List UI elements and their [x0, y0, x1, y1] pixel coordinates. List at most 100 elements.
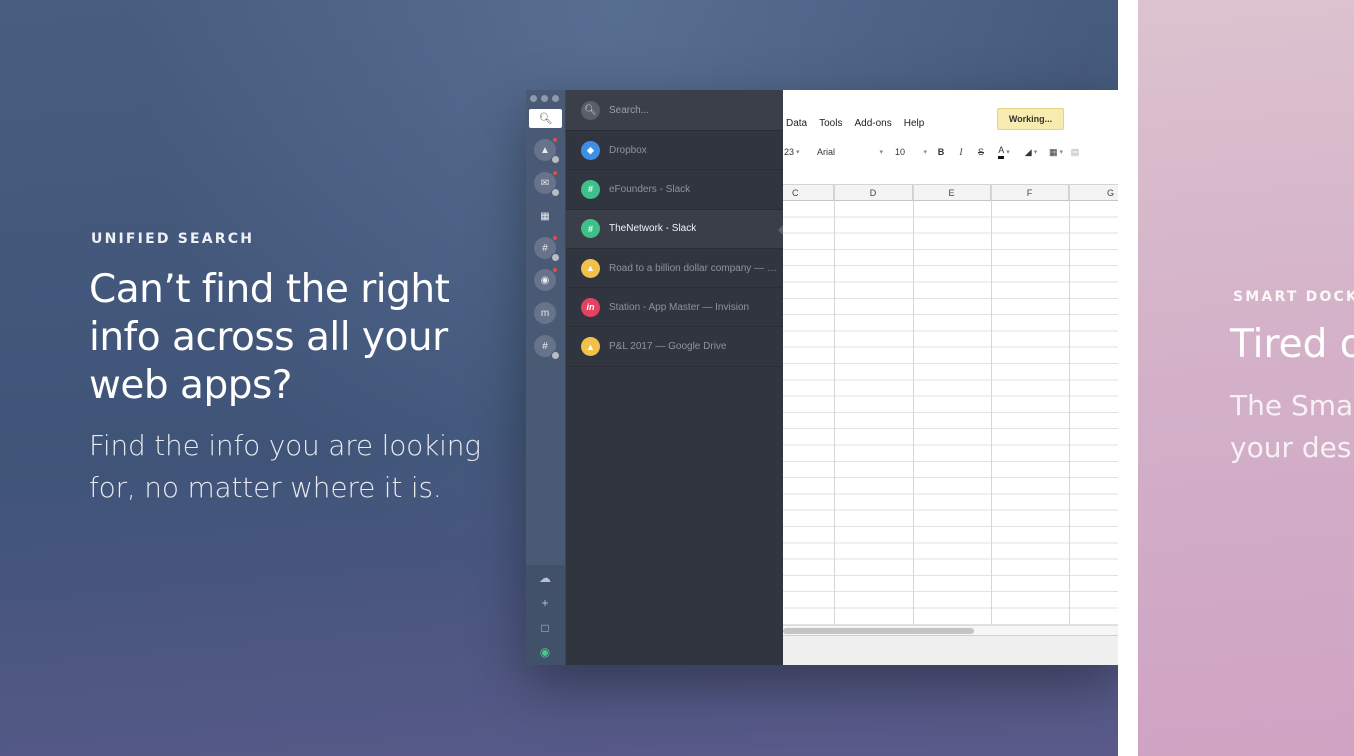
slide-eyebrow: UNIFIED SEARCH — [91, 231, 255, 247]
column-header[interactable]: C — [783, 185, 834, 200]
search-result[interactable]: # eFounders - Slack — [566, 170, 783, 210]
column-divider — [1069, 184, 1070, 625]
strikethrough-button[interactable]: S — [971, 141, 991, 163]
notification-dot — [553, 268, 557, 272]
horizontal-scrollbar[interactable] — [783, 625, 1118, 635]
result-label: P&L 2017 — Google Drive — [609, 341, 727, 353]
dropbox-icon: ◆ — [581, 140, 600, 160]
slide-subline: Find the info you are looking for, no ma… — [89, 429, 481, 504]
fill-color-button[interactable]: ◢ ▾ — [1017, 141, 1045, 163]
borders-button[interactable]: ▦ ▾ — [1045, 141, 1067, 163]
close-window-button[interactable] — [530, 95, 537, 102]
column-header[interactable]: G — [1069, 185, 1118, 200]
dock-app-medium[interactable]: m — [534, 302, 556, 324]
search-result[interactable]: ◆ Dropbox — [566, 131, 783, 171]
share-icon[interactable]: □ — [538, 621, 552, 635]
station-app-window: 🔍︎ ▲ ✉ ▦ # ◉ m # ☁ + □ ◉ 🔍︎ Search... ◆ … — [526, 90, 1118, 665]
dock-app-invision[interactable]: ◉ — [534, 268, 557, 291]
bold-button[interactable]: B — [931, 141, 951, 163]
menu-addons[interactable]: Add-ons — [854, 118, 891, 129]
search-result[interactable]: ▲ P&L 2017 — Google Drive — [566, 327, 783, 367]
smart-dock-slide-preview[interactable]: SMART DOCK Tired o The Smar your desk — [1138, 0, 1354, 756]
text-color-button[interactable]: A ▾ — [991, 141, 1017, 163]
menu-help[interactable]: Help — [904, 118, 925, 129]
search-result-selected[interactable]: # TheNetwork - Slack — [566, 209, 783, 249]
search-icon: 🔍︎ — [581, 100, 600, 120]
account-avatar — [551, 253, 560, 262]
window-controls — [530, 95, 559, 102]
dock-app-slack[interactable]: # — [534, 236, 560, 262]
account-avatar — [551, 188, 560, 197]
next-slide-headline: Tired o — [1230, 322, 1354, 367]
merge-icon: ▤ — [1070, 146, 1080, 157]
next-slide-subline-1: The Smar — [1230, 389, 1354, 422]
dock-search-button[interactable]: 🔍︎ — [529, 109, 562, 128]
slack-icon: # — [581, 179, 600, 199]
text-color-icon: A — [998, 145, 1005, 159]
search-results-panel: 🔍︎ Search... ◆ Dropbox # eFounders - Sla… — [566, 90, 783, 665]
chevron-down-icon: ▾ — [796, 149, 800, 156]
result-label: Road to a billion dollar company — G... — [609, 262, 779, 274]
font-size-dropdown[interactable]: 10 ▾ — [889, 141, 931, 163]
slack-icon: # — [581, 219, 600, 239]
search-icon: 🔍︎ — [538, 113, 553, 125]
chevron-down-icon: ▾ — [1006, 149, 1010, 156]
dock-app-mail[interactable]: ✉ — [534, 171, 560, 197]
mail-icon: ✉ — [540, 177, 550, 189]
result-label: Dropbox — [609, 144, 647, 156]
number-format-value: 23 — [784, 147, 795, 157]
search-input[interactable]: Search... — [609, 105, 649, 116]
next-slide-subline-2: your desk — [1230, 431, 1354, 464]
unified-search-slide: UNIFIED SEARCH Can’t find the right info… — [0, 0, 1118, 756]
search-result[interactable]: in Station - App Master — Invision — [566, 288, 783, 328]
column-divider — [991, 184, 992, 625]
next-slide-subline: The Smar your desk — [1230, 385, 1354, 469]
sheet-menu-bar: Data Tools Add-ons Help — [786, 118, 924, 129]
station-logo-icon[interactable]: ◉ — [538, 645, 552, 659]
column-divider — [834, 184, 835, 625]
dock-app-google-drive[interactable]: ▲ — [534, 138, 560, 164]
result-label: TheNetwork - Slack — [609, 223, 697, 235]
column-divider — [913, 184, 914, 625]
paint-bucket-icon: ◢ — [1024, 146, 1032, 157]
google-drive-icon: ▲ — [540, 144, 550, 156]
minimize-window-button[interactable] — [541, 95, 548, 102]
chevron-down-icon: ▾ — [1033, 149, 1038, 156]
next-slide-eyebrow: SMART DOCK — [1233, 289, 1354, 305]
scrollbar-thumb[interactable] — [783, 628, 974, 634]
google-drive-icon: ▲ — [581, 337, 600, 357]
column-header[interactable]: F — [991, 185, 1069, 200]
maximize-window-button[interactable] — [552, 95, 559, 102]
slide-headline: Can’t find the right info across all you… — [89, 267, 450, 408]
chevron-down-icon: ▾ — [1059, 149, 1064, 156]
menu-tools[interactable]: Tools — [819, 118, 842, 129]
italic-button[interactable]: I — [951, 141, 971, 163]
font-dropdown[interactable]: Arial ▾ — [813, 141, 889, 163]
slack-icon: # — [542, 340, 548, 352]
medium-icon: m — [540, 307, 550, 319]
column-header[interactable]: D — [834, 185, 913, 200]
spreadsheet-view: Data Tools Add-ons Help Working... 23 ▾ A… — [783, 90, 1118, 665]
dock-app-calendar[interactable]: ▦ — [534, 205, 556, 227]
borders-icon: ▦ — [1048, 146, 1058, 157]
merge-cells-button[interactable]: ▤ — [1067, 141, 1083, 163]
slide-divider — [1118, 0, 1138, 756]
number-format-dropdown[interactable]: 23 ▾ — [783, 141, 813, 163]
font-value: Arial — [817, 147, 836, 157]
notification-dot — [553, 236, 557, 240]
invision-icon: in — [581, 297, 600, 317]
search-bar[interactable]: 🔍︎ Search... — [566, 90, 783, 131]
dock-app-slack-2[interactable]: # — [534, 335, 560, 360]
search-result[interactable]: ▲ Road to a billion dollar company — G..… — [566, 249, 783, 289]
chat-icon[interactable]: ☁ — [538, 571, 552, 585]
column-header[interactable]: E — [913, 185, 991, 200]
notification-dot — [553, 138, 557, 142]
sheet-tabs-bar — [783, 635, 1118, 665]
account-avatar — [551, 351, 560, 360]
notification-dot — [553, 171, 557, 175]
menu-data[interactable]: Data — [786, 118, 807, 129]
cat-icon: ◉ — [540, 274, 550, 286]
app-dock: 🔍︎ ▲ ✉ ▦ # ◉ m # ☁ + □ ◉ — [526, 90, 566, 665]
status-badge: Working... — [997, 108, 1064, 130]
add-app-button[interactable]: + — [538, 596, 552, 610]
